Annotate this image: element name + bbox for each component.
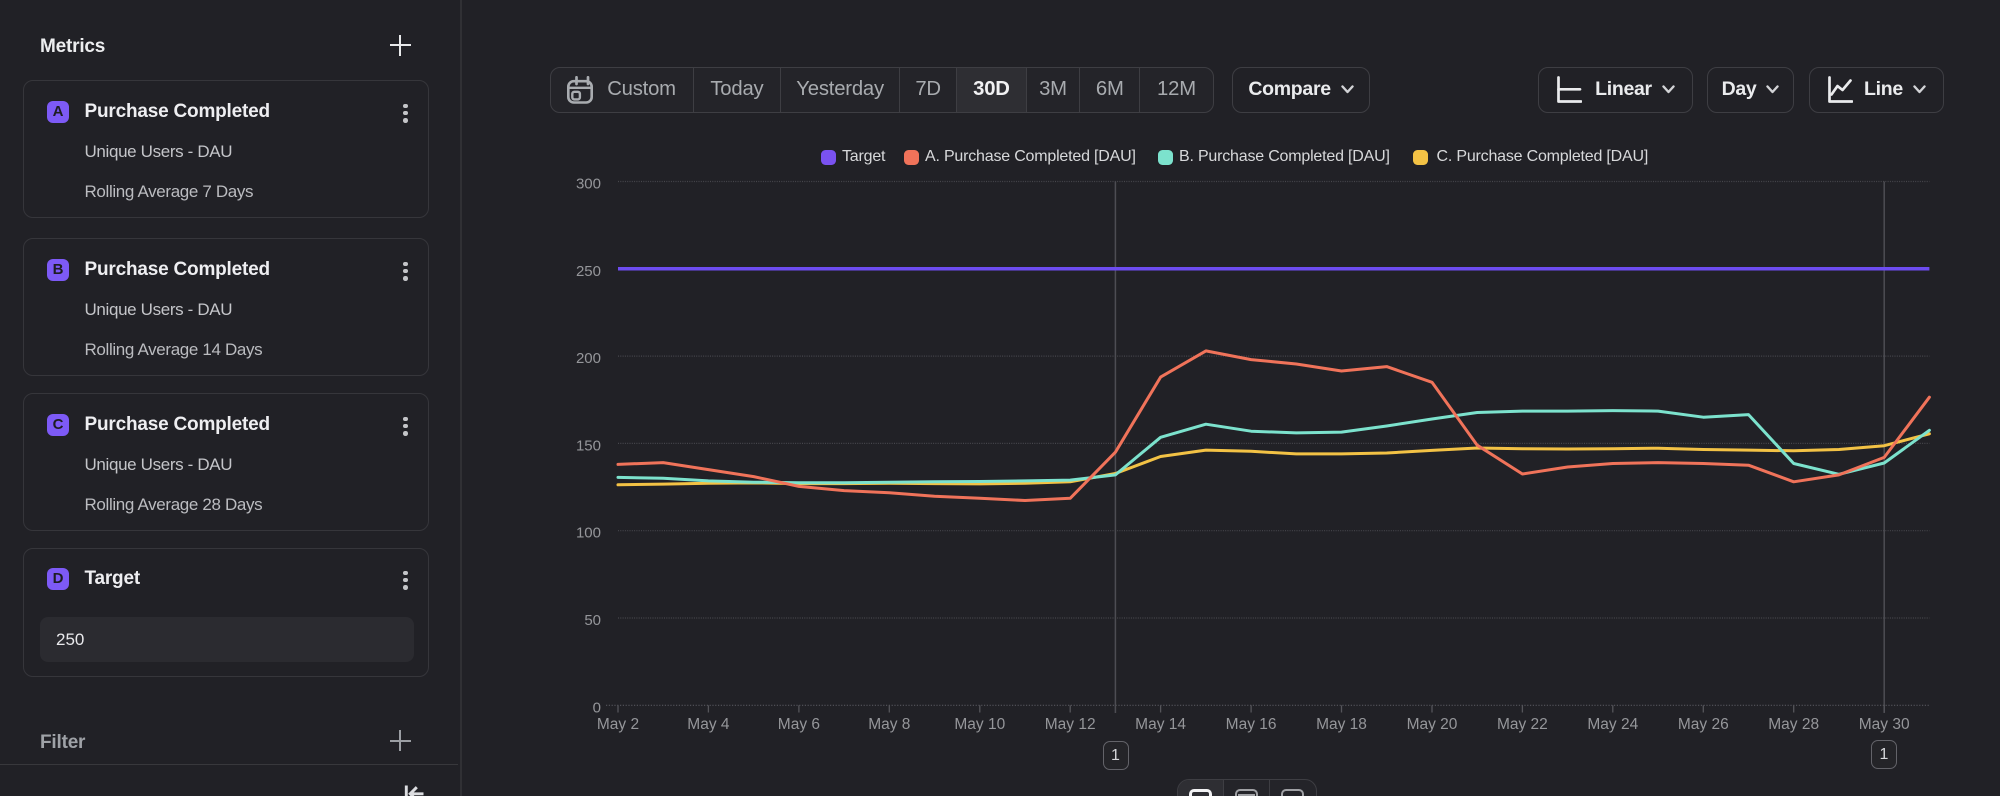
svg-text:50: 50 <box>584 612 601 629</box>
svg-text:150: 150 <box>576 437 601 454</box>
svg-text:May 20: May 20 <box>1407 716 1458 733</box>
svg-text:250: 250 <box>576 263 601 280</box>
svg-text:May 18: May 18 <box>1316 716 1367 733</box>
svg-text:May 8: May 8 <box>868 716 910 733</box>
svg-text:300: 300 <box>576 176 601 193</box>
svg-text:May 28: May 28 <box>1768 716 1819 733</box>
svg-text:May 6: May 6 <box>778 716 820 733</box>
svg-text:May 26: May 26 <box>1678 716 1729 733</box>
svg-text:100: 100 <box>576 525 601 542</box>
svg-text:0: 0 <box>593 699 601 716</box>
svg-text:May 4: May 4 <box>687 716 730 733</box>
svg-text:May 30: May 30 <box>1859 716 1910 733</box>
svg-text:200: 200 <box>576 350 601 367</box>
svg-text:May 16: May 16 <box>1226 716 1277 733</box>
svg-text:May 22: May 22 <box>1497 716 1548 733</box>
svg-text:May 2: May 2 <box>597 716 639 733</box>
svg-text:May 12: May 12 <box>1045 716 1096 733</box>
svg-text:May 14: May 14 <box>1135 716 1186 733</box>
svg-text:May 10: May 10 <box>954 716 1005 733</box>
svg-text:May 24: May 24 <box>1587 716 1638 733</box>
